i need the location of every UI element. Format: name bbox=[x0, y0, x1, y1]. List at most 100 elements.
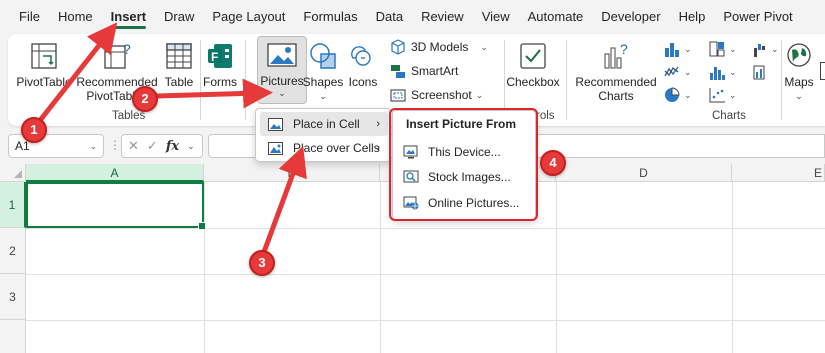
line-chart-button[interactable]: ⌄ bbox=[663, 63, 693, 84]
column-header-b[interactable]: B bbox=[204, 164, 380, 182]
shapes-icon bbox=[307, 40, 339, 72]
scatter-chart-button[interactable]: ⌄ bbox=[708, 86, 738, 107]
pivottable-button[interactable]: PivotTable bbox=[16, 40, 72, 89]
screenshot-label: Screenshot bbox=[411, 88, 472, 102]
gridline bbox=[26, 274, 825, 275]
place-in-cell-item[interactable]: Place in Cell › bbox=[260, 112, 388, 136]
scatter-chart-icon: ⌄ bbox=[709, 88, 737, 103]
menu-draw[interactable]: Draw bbox=[155, 0, 203, 34]
hierarchy-chart-button[interactable]: ⌄ bbox=[708, 40, 738, 61]
pie-chart-button[interactable]: ⌄ bbox=[663, 86, 693, 107]
callout-1: 1 bbox=[21, 117, 47, 143]
icons-icon bbox=[347, 40, 379, 72]
row-header-2[interactable]: 2 bbox=[0, 228, 26, 274]
row-header-4[interactable] bbox=[0, 320, 26, 353]
confirm-icon[interactable]: ✓ bbox=[147, 138, 158, 154]
row-header-1[interactable]: 1 bbox=[0, 182, 26, 228]
svg-text:?: ? bbox=[123, 41, 131, 57]
combo-chart-button[interactable] bbox=[752, 63, 768, 84]
svg-text:⌄: ⌄ bbox=[684, 67, 692, 77]
gridline bbox=[556, 182, 557, 353]
gridline bbox=[380, 182, 381, 353]
forms-icon: F bbox=[204, 40, 236, 72]
chevron-down-icon: ⌄ bbox=[795, 91, 803, 101]
drag-handle-icon[interactable]: ⋮ bbox=[109, 138, 121, 152]
picture-in-cell-icon bbox=[268, 117, 283, 131]
separator bbox=[245, 40, 246, 120]
svg-text:⌄: ⌄ bbox=[684, 44, 692, 54]
column-header-d[interactable]: D bbox=[556, 164, 732, 182]
select-all-corner[interactable] bbox=[0, 164, 26, 182]
table-icon bbox=[163, 40, 195, 72]
icons-label: Icons bbox=[348, 75, 378, 89]
menu-automate[interactable]: Automate bbox=[519, 0, 593, 34]
active-cell-a1[interactable] bbox=[26, 182, 206, 230]
menu-power-pivot[interactable]: Power Pivot bbox=[714, 0, 801, 34]
statistic-chart-button[interactable]: ⌄ bbox=[708, 63, 738, 84]
cancel-icon[interactable]: ✕ bbox=[128, 138, 139, 154]
globe-icon bbox=[783, 40, 815, 72]
picture-over-cells-icon bbox=[268, 141, 283, 155]
screenshot-button[interactable]: Screenshot ⌄ bbox=[390, 84, 483, 106]
smartart-label: SmartArt bbox=[411, 64, 459, 78]
place-over-cells-label: Place over Cells bbox=[293, 141, 380, 155]
insert-function-icon[interactable]: fx bbox=[166, 139, 179, 154]
smartart-button[interactable]: SmartArt bbox=[390, 60, 458, 82]
maps-label: Maps bbox=[784, 75, 814, 89]
separator bbox=[200, 40, 201, 120]
place-in-cell-label: Place in Cell bbox=[293, 117, 360, 131]
name-box[interactable]: A1 ⌄ bbox=[8, 134, 104, 158]
shapes-label: Shapes bbox=[302, 75, 344, 89]
column-chart-button[interactable]: ⌄ bbox=[663, 40, 693, 61]
3d-models-button[interactable]: 3D Models ⌄ bbox=[390, 36, 488, 58]
table-button[interactable]: Table bbox=[161, 40, 197, 89]
icons-button[interactable]: Icons bbox=[346, 40, 380, 89]
pictures-dropdown: Place in Cell › Place over Cells › bbox=[255, 108, 391, 162]
shapes-button[interactable]: Shapes ⌄ bbox=[302, 40, 344, 103]
menu-developer[interactable]: Developer bbox=[592, 0, 669, 34]
menu-home[interactable]: Home bbox=[49, 0, 102, 34]
maps-button[interactable]: Maps ⌄ bbox=[783, 40, 815, 103]
checkbox-button[interactable]: Checkbox bbox=[506, 40, 560, 89]
highlight-box bbox=[389, 108, 538, 221]
pie-chart-icon: ⌄ bbox=[665, 87, 692, 102]
screenshot-icon bbox=[390, 87, 406, 103]
menu-data[interactable]: Data bbox=[367, 0, 412, 34]
separator bbox=[781, 40, 782, 120]
menu-help[interactable]: Help bbox=[670, 0, 715, 34]
callout-2: 2 bbox=[132, 86, 158, 112]
menu-insert[interactable]: Insert bbox=[102, 0, 155, 34]
charts-group-label: Charts bbox=[712, 110, 746, 122]
column-chart-icon: ⌄ bbox=[665, 43, 692, 57]
pictures-button[interactable]: Pictures ⌄ bbox=[257, 36, 307, 104]
recommended-charts-icon: ? bbox=[600, 40, 632, 72]
callout-3: 3 bbox=[249, 250, 275, 276]
gridline bbox=[26, 228, 825, 229]
menu-view[interactable]: View bbox=[473, 0, 519, 34]
forms-button[interactable]: F Forms bbox=[202, 40, 238, 89]
place-over-cells-item[interactable]: Place over Cells › bbox=[260, 136, 388, 160]
recommended-charts-button[interactable]: ? Recommended Charts bbox=[575, 40, 657, 103]
recommended-pivottables-icon: ? bbox=[101, 40, 133, 72]
checkbox-icon bbox=[517, 40, 549, 72]
recommended-charts-label-1: Recommended bbox=[575, 75, 657, 89]
pivottable-label: PivotTable bbox=[16, 75, 72, 89]
pivotchart-button-partial[interactable] bbox=[820, 62, 825, 80]
cube-icon bbox=[390, 39, 406, 55]
callout-4: 4 bbox=[540, 150, 566, 176]
row-header-3[interactable]: 3 bbox=[0, 274, 26, 320]
svg-text:?: ? bbox=[620, 41, 628, 57]
column-header-a[interactable]: A bbox=[26, 164, 204, 182]
menu-file[interactable]: File bbox=[10, 0, 49, 34]
svg-text:⌄: ⌄ bbox=[771, 44, 779, 54]
menu-review[interactable]: Review bbox=[412, 0, 473, 34]
chevron-right-icon: › bbox=[376, 118, 380, 130]
table-label: Table bbox=[164, 75, 194, 89]
waterfall-chart-button[interactable]: ⌄ bbox=[752, 40, 782, 61]
gridline bbox=[204, 182, 205, 353]
column-header-e[interactable]: E bbox=[732, 164, 825, 182]
menu-formulas[interactable]: Formulas bbox=[294, 0, 366, 34]
svg-text:⌄: ⌄ bbox=[729, 44, 737, 54]
checkbox-label: Checkbox bbox=[506, 75, 560, 89]
menu-page-layout[interactable]: Page Layout bbox=[203, 0, 294, 34]
